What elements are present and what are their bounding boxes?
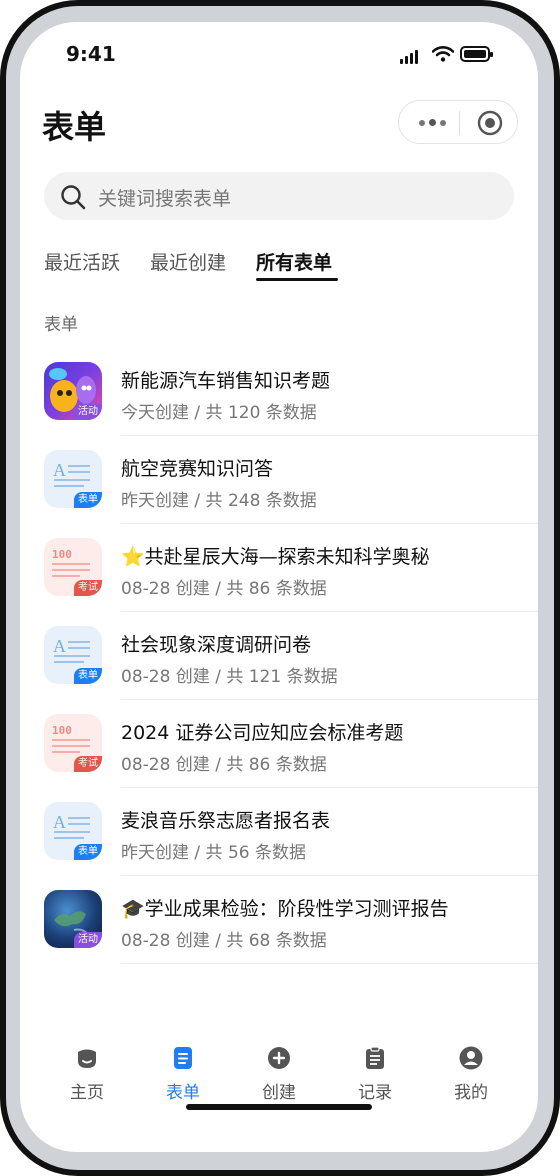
tabbar-create[interactable]: 创建 xyxy=(244,1032,314,1103)
tab-active-indicator xyxy=(256,278,338,281)
exam-paper-icon: 100 考试 xyxy=(44,538,102,596)
list-item[interactable]: 活动 🎓学业成果检验：阶段性学习测评报告 08-28 创建 / 共 68 条数据 xyxy=(20,876,538,964)
capsule-divider xyxy=(459,111,460,135)
home-indicator xyxy=(186,1104,372,1110)
form-icon xyxy=(174,1047,192,1069)
form-meta: 昨天创建 / 共 248 条数据 xyxy=(121,491,317,511)
filter-tabs: 最近活跃 最近创建 所有表单 xyxy=(44,248,514,288)
list-item[interactable]: A 表单 麦浪音乐祭志愿者报名表 昨天创建 / 共 56 条数据 xyxy=(20,788,538,876)
form-meta: 今天创建 / 共 120 条数据 xyxy=(121,403,317,423)
screen: 9:41 表单 关键词搜索表单 最近活跃 最近创建 所有表单 表单 活动 新能源… xyxy=(20,22,538,1152)
more-icon[interactable] xyxy=(419,114,453,130)
mini-program-capsule xyxy=(398,100,518,144)
close-target-icon[interactable] xyxy=(477,110,503,136)
form-title: 社会现象深度调研问卷 xyxy=(121,634,312,656)
form-title: 航空竞赛知识问答 xyxy=(121,458,274,480)
tabbar-me[interactable]: 我的 xyxy=(436,1032,506,1103)
form-title: 麦浪音乐祭志愿者报名表 xyxy=(121,810,331,832)
page-title: 表单 xyxy=(42,108,107,146)
search-placeholder: 关键词搜索表单 xyxy=(98,188,232,210)
form-meta: 08-28 创建 / 共 121 条数据 xyxy=(121,667,338,687)
exam-paper-icon: 100 考试 xyxy=(44,714,102,772)
wifi-icon xyxy=(432,46,454,62)
tabbar-label: 创建 xyxy=(262,1083,296,1103)
badge-exam: 考试 xyxy=(74,580,102,596)
home-icon xyxy=(78,1049,96,1068)
status-bar: 9:41 xyxy=(20,22,538,84)
list-item[interactable]: A 表单 航空竞赛知识问答 昨天创建 / 共 248 条数据 xyxy=(20,436,538,524)
badge-form: 表单 xyxy=(74,668,102,684)
form-title: 新能源汽车销售知识考题 xyxy=(121,370,331,392)
tabbar-forms[interactable]: 表单 xyxy=(148,1032,218,1103)
tab-recent-active[interactable]: 最近活跃 xyxy=(44,248,120,275)
earth-thumbnail-icon: 活动 xyxy=(44,890,102,948)
svg-text:A: A xyxy=(53,460,66,480)
list-item[interactable]: 100 考试 2024 证券公司应知应会标准考题 08-28 创建 / 共 86… xyxy=(20,700,538,788)
form-meta: 08-28 创建 / 共 86 条数据 xyxy=(121,755,327,775)
form-doc-icon: A 表单 xyxy=(44,450,102,508)
form-title: ⭐共赴星辰大海—探索未知科学奥秘 xyxy=(121,546,430,568)
cartoon-thumbnail-icon: 活动 xyxy=(44,362,102,420)
tab-all-forms[interactable]: 所有表单 xyxy=(256,248,332,275)
svg-text:A: A xyxy=(53,636,66,656)
svg-text:100: 100 xyxy=(52,724,72,737)
badge-exam: 考试 xyxy=(74,756,102,772)
status-time: 9:41 xyxy=(66,42,116,66)
tabbar-records[interactable]: 记录 xyxy=(340,1032,410,1103)
signal-icon xyxy=(400,50,420,64)
tabbar-label: 主页 xyxy=(70,1083,104,1103)
svg-text:100: 100 xyxy=(52,548,72,561)
badge-event: 活动 xyxy=(74,932,102,948)
tab-recent-created[interactable]: 最近创建 xyxy=(150,248,226,275)
form-doc-icon: A 表单 xyxy=(44,802,102,860)
list-item[interactable]: 100 考试 ⭐共赴星辰大海—探索未知科学奥秘 08-28 创建 / 共 86 … xyxy=(20,524,538,612)
form-meta: 08-28 创建 / 共 86 条数据 xyxy=(121,579,327,599)
form-title: 🎓学业成果检验：阶段性学习测评报告 xyxy=(121,898,449,920)
tabbar-home[interactable]: 主页 xyxy=(52,1032,122,1103)
search-input[interactable]: 关键词搜索表单 xyxy=(44,172,514,220)
user-icon xyxy=(459,1046,483,1070)
section-label: 表单 xyxy=(44,315,78,335)
form-meta: 昨天创建 / 共 56 条数据 xyxy=(121,843,306,863)
phone-frame: 9:41 表单 关键词搜索表单 最近活跃 最近创建 所有表单 表单 活动 新能源… xyxy=(0,0,560,1176)
clipboard-icon xyxy=(366,1046,384,1069)
battery-icon xyxy=(460,46,493,62)
form-meta: 08-28 创建 / 共 68 条数据 xyxy=(121,931,327,951)
plus-circle-icon xyxy=(268,1047,290,1069)
row-divider xyxy=(121,963,538,964)
svg-text:A: A xyxy=(53,812,66,832)
badge-form: 表单 xyxy=(74,844,102,860)
form-title: 2024 证券公司应知应会标准考题 xyxy=(121,722,404,744)
list-item[interactable]: A 表单 社会现象深度调研问卷 08-28 创建 / 共 121 条数据 xyxy=(20,612,538,700)
badge-event: 活动 xyxy=(74,404,102,420)
bottom-tab-bar: 主页 表单 创建 记录 我的 xyxy=(20,1032,538,1103)
list-item[interactable]: 活动 新能源汽车销售知识考题 今天创建 / 共 120 条数据 xyxy=(20,348,538,436)
tabbar-label: 记录 xyxy=(358,1083,392,1103)
tabbar-label: 我的 xyxy=(454,1083,488,1103)
tabbar-label: 表单 xyxy=(166,1083,200,1103)
search-icon xyxy=(61,185,86,210)
form-doc-icon: A 表单 xyxy=(44,626,102,684)
badge-form: 表单 xyxy=(74,492,102,508)
